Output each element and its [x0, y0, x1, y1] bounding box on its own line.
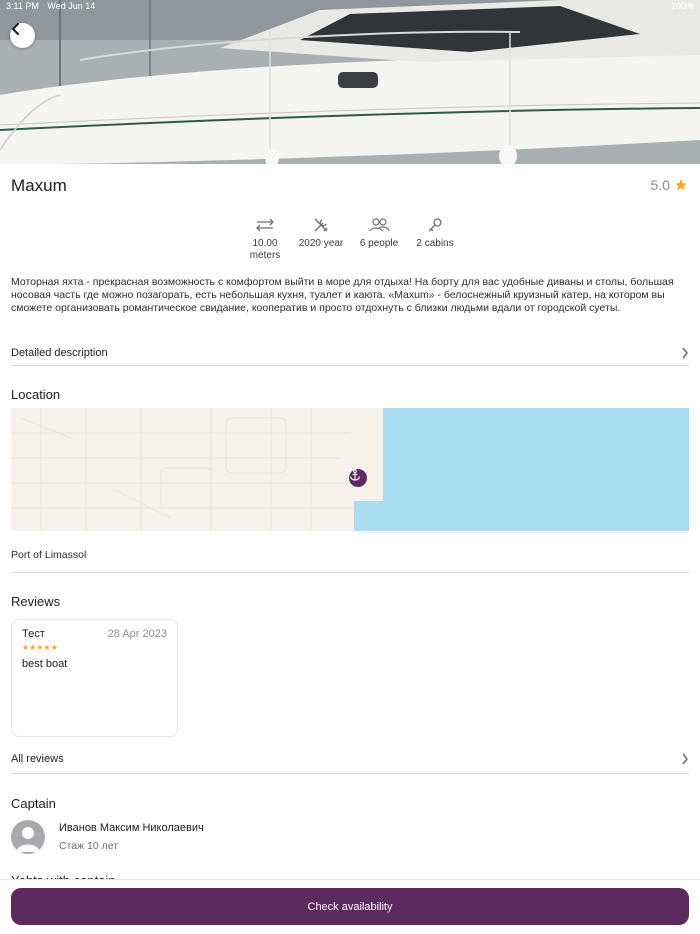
tools-icon	[314, 218, 328, 232]
status-bar: 3:11 PM Wed Jun 14 100%	[0, 0, 700, 14]
spec-people-label: 6 people	[359, 238, 399, 249]
people-icon	[369, 218, 390, 232]
back-button[interactable]	[10, 23, 35, 48]
boat-photo: 3:11 PM Wed Jun 14 100%	[0, 0, 700, 164]
chevron-right-icon	[682, 347, 688, 358]
spec-length-label: 10.00 meters	[249, 238, 281, 261]
boat-description: Моторная яхта - прекрасная возможность с…	[11, 276, 674, 314]
length-arrows-icon	[256, 218, 274, 232]
anchor-pin[interactable]	[349, 469, 367, 487]
spec-people: 6 people	[353, 216, 405, 262]
chevron-right-icon	[682, 753, 688, 764]
review-author: Тест	[22, 628, 45, 640]
review-card[interactable]: Тест 28 Apr 2023 ★★★★★ best boat	[11, 619, 178, 737]
boat-illustration	[0, 0, 700, 164]
key-icon	[428, 218, 442, 232]
star-icon	[675, 179, 687, 191]
detailed-description-link[interactable]: Detailed description	[11, 340, 689, 366]
all-reviews-label: All reviews	[11, 752, 64, 765]
status-date: Wed Jun 14	[47, 1, 96, 11]
boat-specs: 10.00 meters 2020 year 6 people 2 cabins	[0, 216, 700, 262]
review-text: best boat	[22, 658, 68, 670]
chevron-left-icon	[12, 23, 19, 35]
anchor-icon	[349, 469, 361, 481]
spec-year-label: 2020 year	[298, 238, 344, 249]
captain-avatar	[11, 820, 45, 854]
captain-experience: Стаж 10 лет	[59, 840, 119, 852]
rating: 5.0	[651, 177, 688, 193]
detailed-description-label: Detailed description	[11, 346, 108, 359]
reviews-heading: Reviews	[11, 594, 61, 609]
captain-heading: Captain	[11, 796, 56, 811]
review-stars: ★★★★★	[22, 643, 58, 652]
status-time: 3:11 PM	[6, 1, 39, 11]
location-heading: Location	[11, 387, 61, 402]
review-date: 28 Apr 2023	[107, 628, 167, 640]
check-availability-button[interactable]: Check availability	[11, 888, 689, 925]
status-battery: 100%	[670, 1, 694, 11]
spec-length: 10.00 meters	[241, 216, 289, 262]
location-map[interactable]	[11, 408, 689, 531]
spec-cabins: 2 cabins	[411, 216, 459, 262]
boat-name: Maxum	[11, 176, 67, 195]
all-reviews-link[interactable]: All reviews	[11, 744, 689, 774]
divider	[11, 572, 689, 573]
spec-cabins-label: 2 cabins	[416, 238, 454, 249]
rating-value: 5.0	[650, 177, 670, 193]
captain-name: Иванов Максим Николаевич	[59, 822, 204, 834]
user-icon	[16, 827, 40, 852]
port-name: Port of Limassol	[11, 549, 87, 561]
spec-year: 2020 year	[295, 216, 347, 262]
